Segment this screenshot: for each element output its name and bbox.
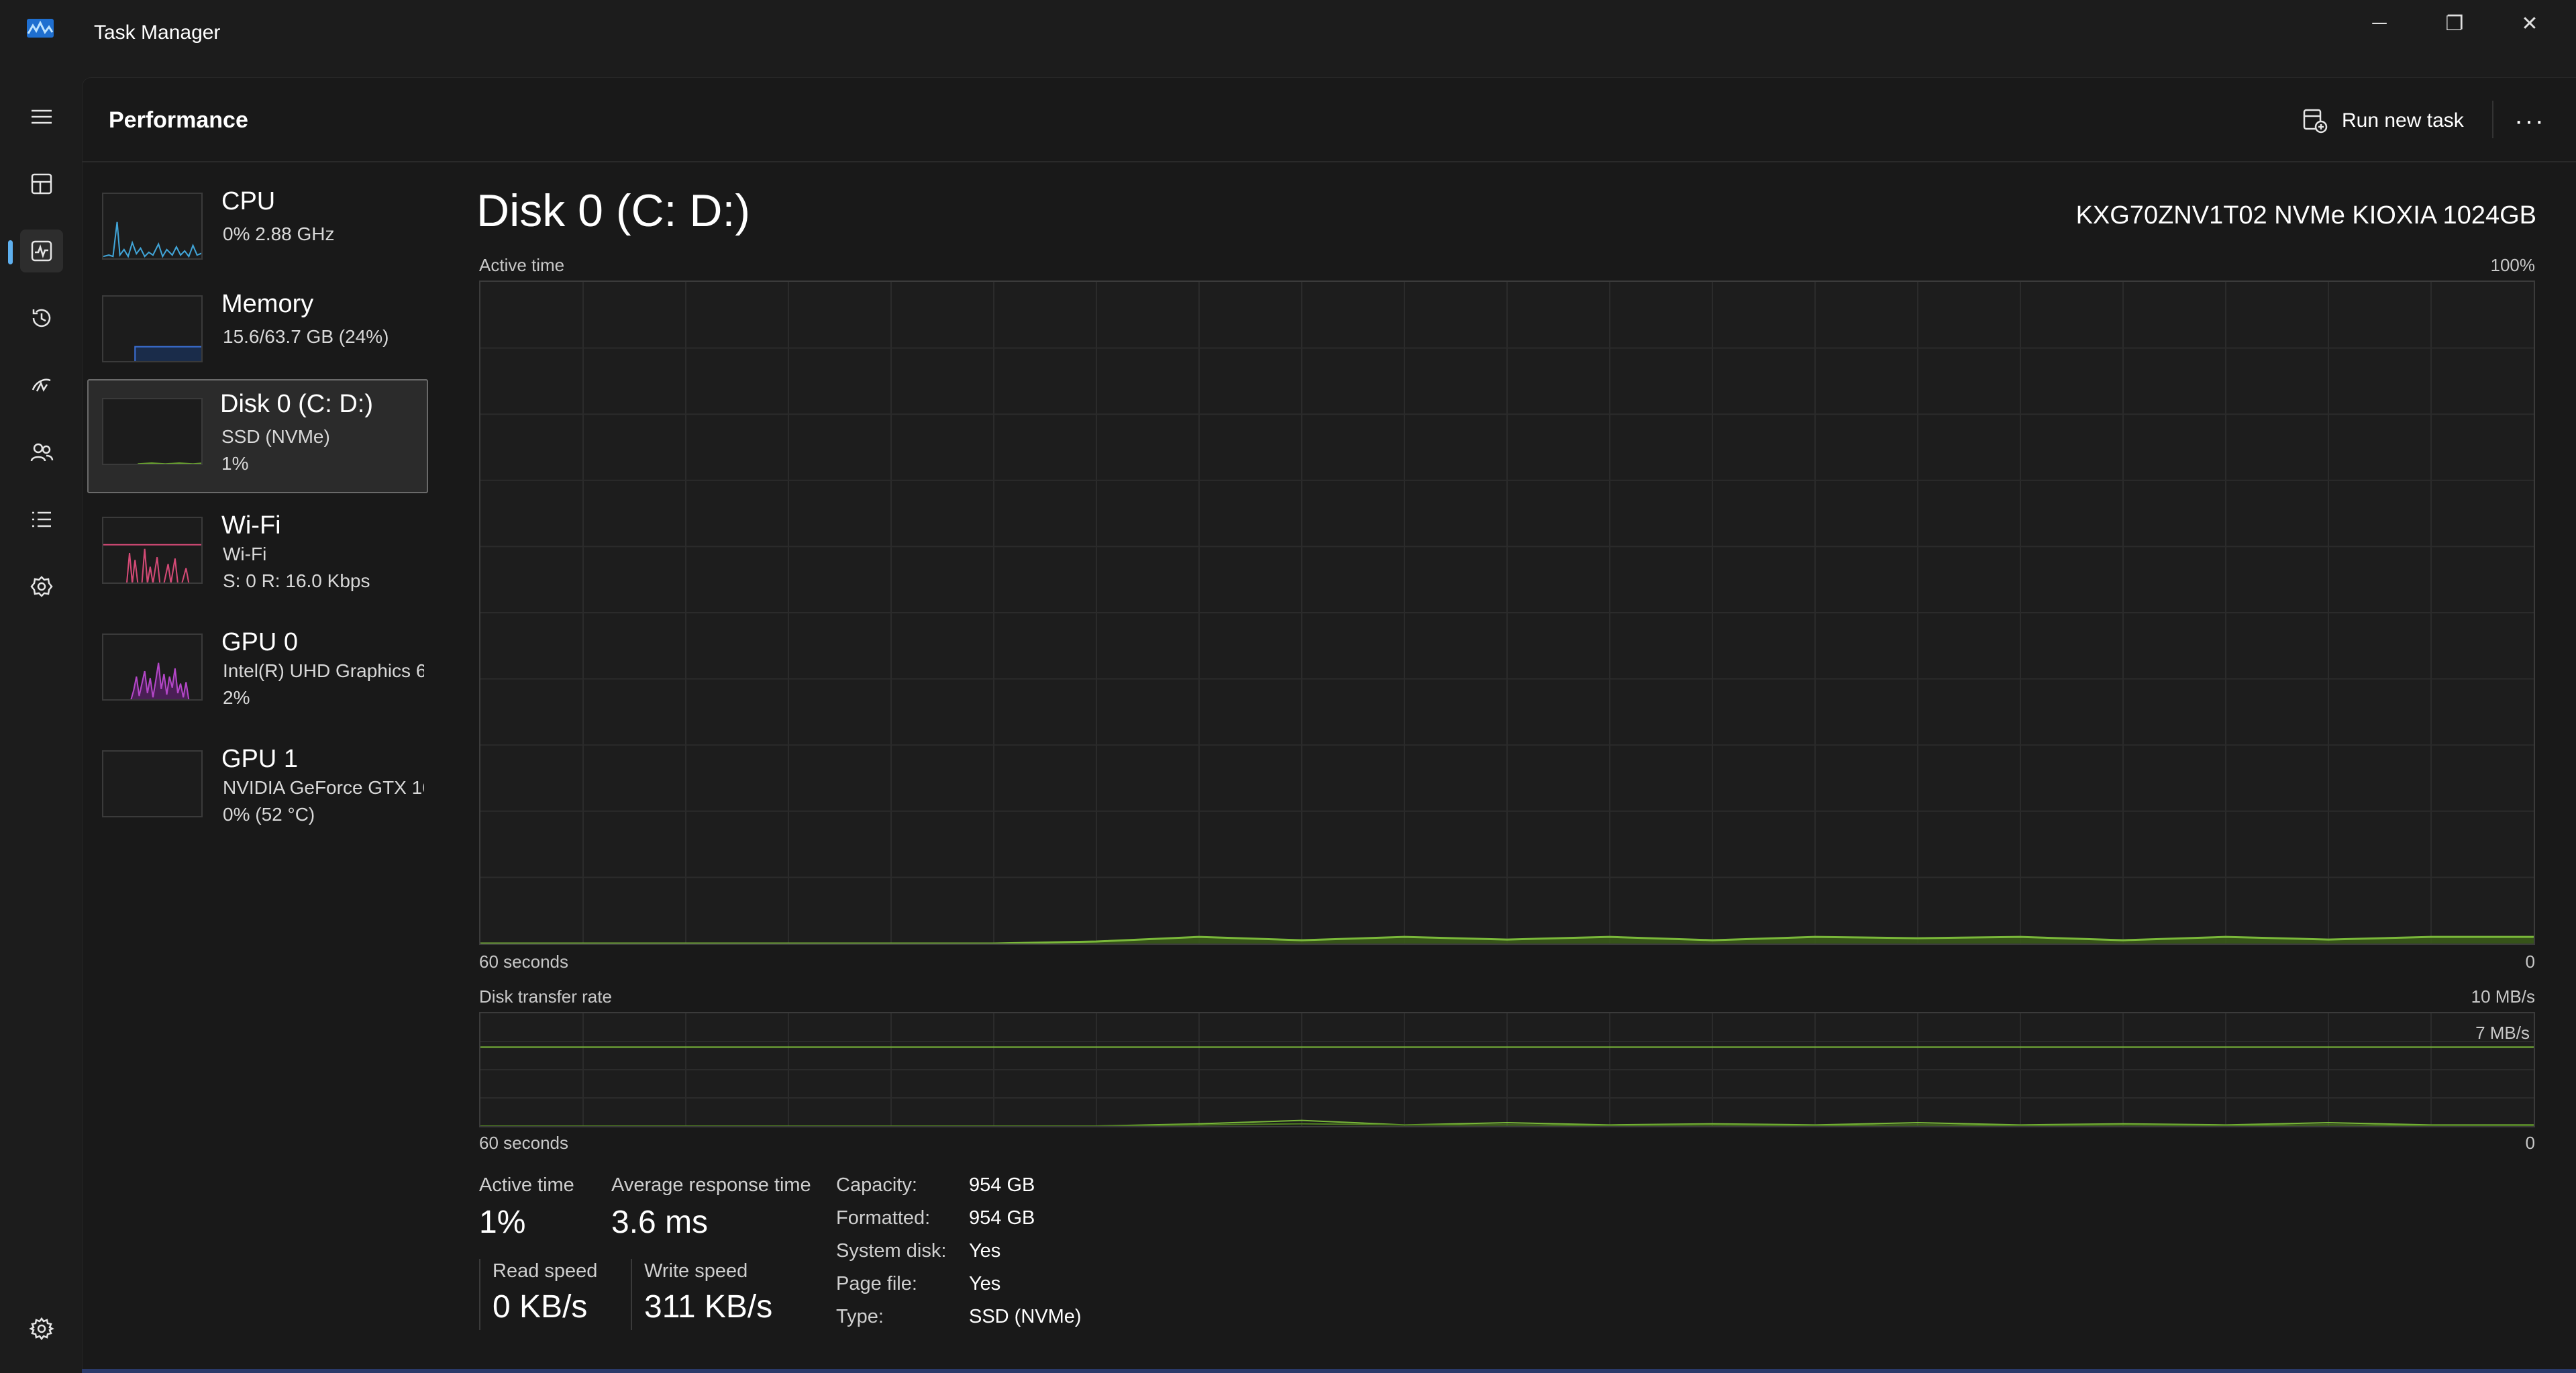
resource-item-gpu0[interactable]: GPU 0 Intel(R) UHD Graphics 6 2% bbox=[87, 619, 428, 733]
task-manager-icon bbox=[27, 19, 54, 38]
wifi-thumbnail bbox=[102, 517, 203, 584]
write-speed-label: Write speed bbox=[644, 1260, 748, 1282]
app-title: Task Manager bbox=[94, 21, 221, 44]
more-options-button[interactable]: ··· bbox=[2510, 102, 2550, 140]
resource-detail: 0% 2.88 GHz bbox=[223, 223, 335, 244]
write-speed-value: 311 KB/s bbox=[644, 1289, 773, 1325]
resource-detail: Intel(R) UHD Graphics 6 bbox=[223, 660, 424, 681]
resource-detail: NVIDIA GeForce GTX 16 bbox=[223, 777, 424, 798]
run-new-task-label: Run new task bbox=[2342, 109, 2464, 132]
capacity-key: Capacity: bbox=[836, 1174, 917, 1196]
resource-name: Wi-Fi bbox=[221, 511, 281, 540]
transfer-rate-chart bbox=[479, 1012, 2535, 1127]
page-title: Performance bbox=[109, 107, 248, 133]
type-key: Type: bbox=[836, 1306, 884, 1327]
resource-usage: 0% (52 °C) bbox=[223, 804, 315, 825]
resource-item-disk[interactable]: Disk 0 (C: D:) SSD (NVMe) 1% bbox=[87, 379, 428, 493]
title-bar bbox=[0, 0, 2576, 77]
type-value: SSD (NVMe) bbox=[969, 1306, 1082, 1327]
processes-icon bbox=[31, 173, 52, 195]
transfer-rate-chart-svg bbox=[480, 1013, 2534, 1127]
nav-performance[interactable] bbox=[20, 230, 63, 272]
resource-detail: 15.6/63.7 GB (24%) bbox=[223, 326, 389, 347]
nav-details[interactable] bbox=[20, 498, 63, 541]
active-time-max-label: 100% bbox=[2490, 255, 2536, 275]
gpu1-thumbnail bbox=[102, 750, 203, 817]
resource-detail: SSD (NVMe) bbox=[221, 426, 330, 447]
active-time-chart bbox=[479, 281, 2535, 945]
header-divider bbox=[82, 161, 2576, 162]
window-bottom-edge bbox=[82, 1369, 2576, 1373]
active-time-chart-svg bbox=[480, 282, 2534, 945]
transfer-x-left: 60 seconds bbox=[479, 1133, 568, 1153]
hamburger-icon bbox=[32, 109, 52, 124]
formatted-value: 954 GB bbox=[969, 1207, 1035, 1229]
system-disk-key: System disk: bbox=[836, 1240, 947, 1262]
active-time-x-left: 60 seconds bbox=[479, 952, 568, 972]
resource-item-wifi[interactable]: Wi-Fi Wi-Fi S: 0 R: 16.0 Kbps bbox=[87, 502, 428, 616]
nav-settings[interactable] bbox=[20, 1307, 63, 1350]
users-icon bbox=[30, 443, 54, 462]
resource-detail: Wi-Fi bbox=[223, 544, 267, 564]
close-button[interactable]: ✕ bbox=[2492, 0, 2567, 47]
maximize-button[interactable]: ❐ bbox=[2417, 0, 2492, 47]
startup-icon bbox=[32, 378, 51, 392]
active-time-label: Active time bbox=[479, 1174, 574, 1196]
resource-usage: 2% bbox=[223, 687, 250, 708]
cpu-thumbnail bbox=[102, 193, 203, 260]
resource-name: GPU 0 bbox=[221, 628, 299, 656]
active-time-x-right: 0 bbox=[2525, 952, 2535, 972]
memory-thumbnail bbox=[102, 295, 203, 362]
transfer-max-label: 10 MB/s bbox=[2471, 986, 2535, 1007]
services-icon bbox=[30, 576, 53, 597]
resource-item-cpu[interactable]: CPU 0% 2.88 GHz bbox=[87, 178, 428, 292]
history-icon bbox=[32, 309, 51, 327]
disk-model: KXG70ZNV1T02 NVMe KIOXIA 1024GB bbox=[2075, 201, 2536, 230]
resource-item-memory[interactable]: Memory 15.6/63.7 GB (24%) bbox=[87, 281, 428, 395]
transfer-marker-label: 7 MB/s bbox=[2475, 1023, 2530, 1043]
page-file-value: Yes bbox=[969, 1273, 1001, 1294]
nav-selection-indicator bbox=[8, 240, 13, 264]
capacity-value: 954 GB bbox=[969, 1174, 1035, 1196]
avg-response-value: 3.6 ms bbox=[611, 1205, 709, 1240]
settings-icon bbox=[29, 1317, 54, 1341]
read-speed-separator bbox=[479, 1259, 480, 1330]
hamburger-menu-button[interactable] bbox=[20, 95, 63, 138]
resource-name: Memory bbox=[221, 290, 314, 318]
avg-response-label: Average response time bbox=[611, 1174, 811, 1196]
nav-app-history[interactable] bbox=[20, 297, 63, 340]
nav-users[interactable] bbox=[20, 431, 63, 474]
formatted-key: Formatted: bbox=[836, 1207, 931, 1229]
nav-processes[interactable] bbox=[20, 162, 63, 205]
resource-name: CPU bbox=[221, 187, 276, 215]
resource-usage: 1% bbox=[221, 453, 249, 474]
transfer-chart-label: Disk transfer rate bbox=[479, 986, 612, 1007]
nav-startup-apps[interactable] bbox=[20, 364, 63, 407]
resource-name: Disk 0 (C: D:) bbox=[220, 390, 373, 418]
read-speed-value: 0 KB/s bbox=[493, 1289, 588, 1325]
active-time-value: 1% bbox=[479, 1205, 526, 1240]
performance-icon bbox=[31, 240, 52, 262]
page-file-key: Page file: bbox=[836, 1273, 917, 1294]
resource-item-gpu1[interactable]: GPU 1 NVIDIA GeForce GTX 16 0% (52 °C) bbox=[87, 735, 428, 850]
minimize-button[interactable]: ─ bbox=[2342, 0, 2417, 47]
system-disk-value: Yes bbox=[969, 1240, 1001, 1262]
header-separator bbox=[2492, 101, 2493, 138]
gpu0-thumbnail bbox=[102, 633, 203, 701]
active-time-chart-label: Active time bbox=[479, 255, 565, 275]
run-task-icon bbox=[2303, 109, 2328, 134]
nav-services[interactable] bbox=[20, 565, 63, 608]
disk-title: Disk 0 (C: D:) bbox=[476, 185, 750, 236]
disk-thumbnail bbox=[102, 398, 203, 465]
resource-name: GPU 1 bbox=[221, 745, 299, 773]
run-new-task-button[interactable]: Run new task bbox=[2302, 102, 2464, 140]
read-speed-label: Read speed bbox=[493, 1260, 598, 1282]
details-icon bbox=[32, 511, 51, 527]
transfer-x-right: 0 bbox=[2525, 1133, 2535, 1153]
resource-throughput: S: 0 R: 16.0 Kbps bbox=[223, 570, 370, 591]
write-speed-separator bbox=[631, 1259, 632, 1330]
